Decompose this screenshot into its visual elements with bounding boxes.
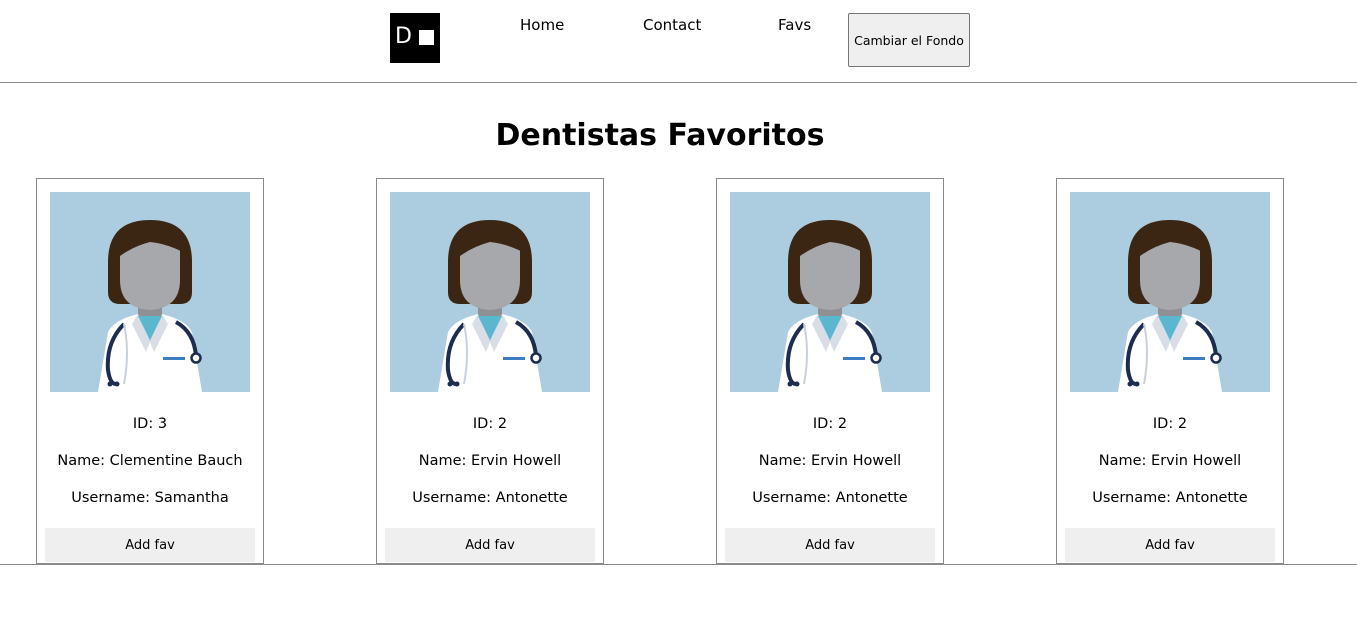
change-background-button[interactable]: Cambiar el Fondo (848, 13, 970, 67)
nav-link-favs[interactable]: Favs (778, 16, 811, 34)
dentist-card: ID: 2 Name: Ervin Howell Username: Anton… (376, 178, 604, 564)
dentist-id: ID: 2 (812, 416, 848, 432)
dentist-avatar (50, 192, 250, 392)
add-fav-button[interactable]: Add fav (1065, 528, 1275, 562)
add-fav-button[interactable]: Add fav (725, 528, 935, 562)
dentist-card: ID: 2 Name: Ervin Howell Username: Anton… (716, 178, 944, 564)
dentist-id: ID: 3 (132, 416, 168, 432)
dentist-id: ID: 2 (472, 416, 508, 432)
dentist-name: Name: Ervin Howell (758, 453, 902, 469)
dentist-avatar (730, 192, 930, 392)
dentist-card: ID: 3 Name: Clementine Bauch Username: S… (36, 178, 264, 564)
dentist-name: Name: Ervin Howell (1098, 453, 1242, 469)
logo-square-icon (419, 30, 434, 45)
dentist-id: ID: 2 (1152, 416, 1188, 432)
dentist-name: Name: Clementine Bauch (57, 453, 243, 469)
footer-divider (0, 564, 1357, 565)
dentist-avatar (390, 192, 590, 392)
female-dentist-avatar-icon (730, 192, 930, 392)
page-title: Dentistas Favoritos (495, 118, 825, 153)
logo[interactable]: D (390, 13, 440, 63)
female-dentist-avatar-icon (50, 192, 250, 392)
nav-link-home[interactable]: Home (520, 16, 564, 34)
dentist-card: ID: 2 Name: Ervin Howell Username: Anton… (1056, 178, 1284, 564)
female-dentist-avatar-icon (1070, 192, 1270, 392)
female-dentist-avatar-icon (390, 192, 590, 392)
dentist-username: Username: Samantha (71, 490, 229, 506)
dentist-username: Username: Antonette (752, 490, 908, 506)
nav-link-contact[interactable]: Contact (643, 16, 701, 34)
dentist-username: Username: Antonette (412, 490, 568, 506)
add-fav-button[interactable]: Add fav (385, 528, 595, 562)
dentist-username: Username: Antonette (1092, 490, 1248, 506)
dentist-name: Name: Ervin Howell (418, 453, 562, 469)
logo-letter-icon: D (395, 24, 412, 49)
navbar: D Home Contact Favs Cambiar el Fondo (0, 0, 1357, 83)
add-fav-button[interactable]: Add fav (45, 528, 255, 562)
dentist-avatar (1070, 192, 1270, 392)
